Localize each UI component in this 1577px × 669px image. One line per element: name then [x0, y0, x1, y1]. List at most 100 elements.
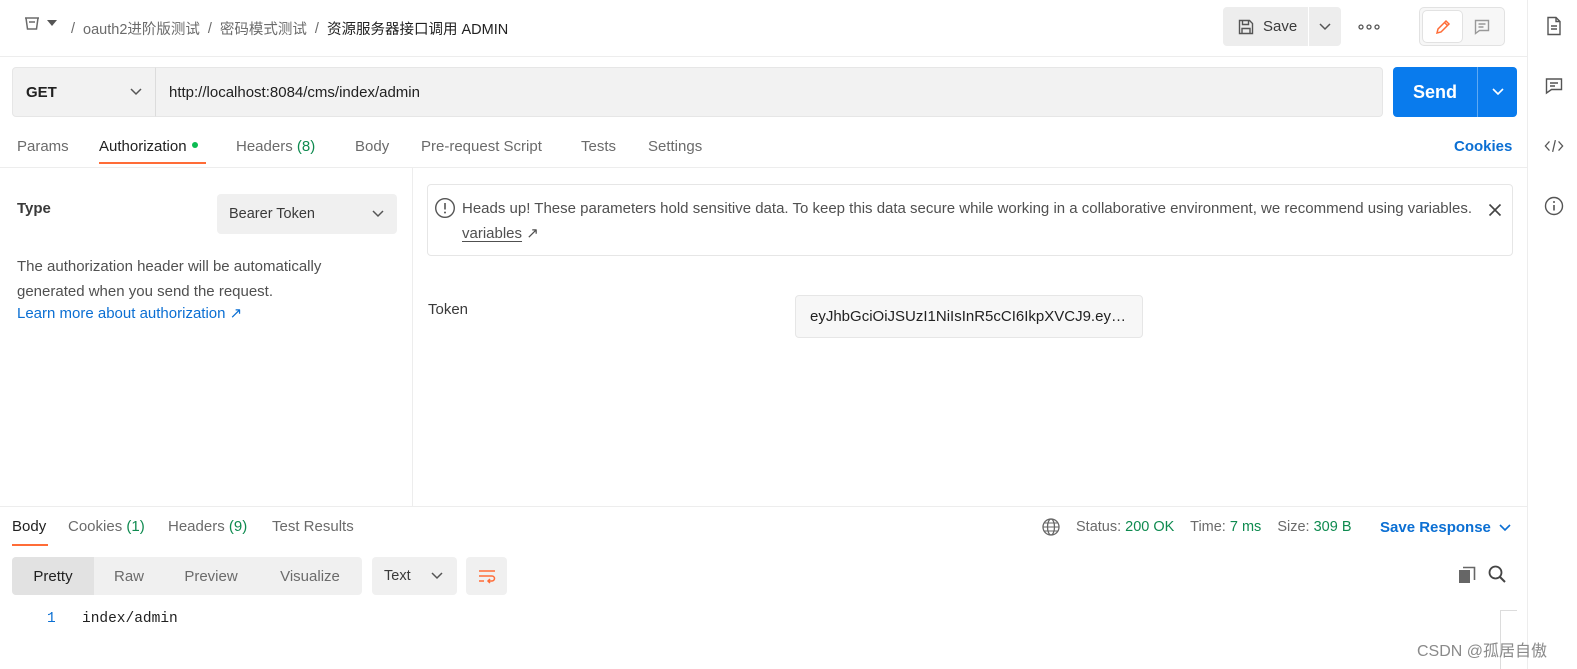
tab-params[interactable]: Params	[17, 138, 69, 155]
save-response-button[interactable]: Save Response	[1380, 519, 1511, 536]
line-number: 1	[47, 611, 56, 627]
variables-link[interactable]: variables	[462, 225, 522, 242]
copy-icon[interactable]	[1457, 565, 1477, 585]
chevron-down-icon	[130, 88, 142, 96]
documentation-icon[interactable]	[1544, 16, 1564, 36]
code-snippet-icon[interactable]	[1544, 136, 1564, 156]
more-dots-icon	[1358, 24, 1380, 30]
chevron-down-icon	[1499, 523, 1511, 531]
auth-type-label: Type	[17, 200, 51, 217]
tab-authorization[interactable]: Authorization	[99, 138, 198, 155]
comments-mode-button[interactable]	[1462, 11, 1501, 42]
time-value[interactable]: 7 ms	[1230, 519, 1261, 535]
breadcrumb-item-collection[interactable]: oauth2进阶版测试	[83, 18, 200, 39]
auth-type-panel: Type Bearer Token The authorization head…	[0, 168, 413, 506]
send-group: Send	[1393, 67, 1517, 117]
view-visualize[interactable]: Visualize	[258, 557, 362, 595]
tab-headers-label: Headers	[236, 138, 293, 155]
more-actions-button[interactable]	[1352, 14, 1386, 40]
comment-icon	[1474, 19, 1489, 35]
url-input[interactable]	[155, 67, 1383, 117]
token-input[interactable]	[795, 295, 1143, 338]
response-view-toggle: Pretty Raw Preview Visualize	[12, 557, 362, 595]
modified-dot-icon	[191, 142, 198, 149]
collection-icon[interactable]	[22, 14, 42, 34]
response-tab-headers-label: Headers	[168, 518, 225, 535]
response-meta: Status: 200 OK Time: 7 ms Size: 309 B	[1076, 519, 1352, 535]
active-response-tab-indicator	[12, 544, 48, 546]
edit-mode-button[interactable]	[1423, 11, 1462, 42]
sensitive-data-alert: Heads up! These parameters hold sensitiv…	[427, 184, 1513, 256]
edit-mode-toggle	[1419, 7, 1505, 46]
tab-pre-request-script[interactable]: Pre-request Script	[421, 138, 542, 155]
wrap-lines-icon	[478, 570, 495, 584]
breadcrumb-separator: /	[207, 20, 212, 37]
tab-body[interactable]: Body	[355, 138, 389, 155]
active-tab-indicator	[99, 162, 206, 164]
view-raw[interactable]: Raw	[94, 557, 164, 595]
info-icon[interactable]	[1544, 196, 1564, 216]
learn-more-link[interactable]: Learn more about authorization ↗	[17, 304, 242, 322]
response-divider[interactable]	[0, 506, 1527, 507]
tab-headers-count: (8)	[296, 138, 316, 155]
save-response-label: Save Response	[1380, 519, 1491, 536]
method-select[interactable]: GET	[12, 67, 156, 117]
response-tab-headers[interactable]: Headers (9)	[168, 518, 247, 535]
pencil-icon	[1435, 19, 1450, 34]
save-icon	[1238, 19, 1254, 34]
alert-message: Heads up! These parameters hold sensitiv…	[462, 196, 1472, 246]
tab-headers[interactable]: Headers (8)	[236, 138, 315, 155]
auth-type-value: Bearer Token	[229, 206, 315, 222]
method-value: GET	[26, 83, 57, 101]
globe-icon[interactable]	[1041, 517, 1061, 537]
time-label: Time:	[1190, 519, 1226, 535]
auth-description: The authorization header will be automat…	[17, 258, 322, 300]
save-label: Save	[1263, 18, 1298, 35]
status-label: Status:	[1076, 519, 1122, 535]
chevron-down-icon	[1319, 22, 1331, 30]
breadcrumb-separator: /	[71, 20, 76, 37]
view-preview[interactable]: Preview	[164, 557, 258, 595]
cookies-link[interactable]: Cookies	[1454, 138, 1512, 155]
breadcrumb: / oauth2进阶版测试 / 密码模式测试 / 资源服务器接口调用 ADMIN	[63, 18, 508, 39]
alert-message-text: Heads up! These parameters hold sensitiv…	[462, 200, 1472, 217]
alert-info-icon	[434, 197, 456, 219]
comments-icon[interactable]	[1544, 76, 1564, 96]
save-group: Save	[1223, 7, 1341, 46]
response-tab-body[interactable]: Body	[12, 518, 46, 535]
save-options-button[interactable]	[1309, 7, 1341, 46]
watermark: CSDN @孤居自傲	[1417, 643, 1548, 660]
save-button[interactable]: Save	[1223, 7, 1308, 46]
size-value[interactable]: 309 B	[1314, 519, 1352, 535]
chevron-down-icon	[431, 572, 443, 580]
request-name[interactable]: 资源服务器接口调用 ADMIN	[327, 18, 508, 39]
external-link-icon: ↗	[526, 225, 539, 242]
wrap-lines-button[interactable]	[466, 557, 507, 595]
response-tab-test-results[interactable]: Test Results	[272, 518, 354, 535]
chevron-down-icon	[1491, 88, 1504, 96]
format-value: Text	[384, 568, 411, 584]
top-bar: / oauth2进阶版测试 / 密码模式测试 / 资源服务器接口调用 ADMIN…	[0, 0, 1527, 57]
tab-tests[interactable]: Tests	[581, 138, 616, 155]
size-label: Size:	[1277, 519, 1310, 535]
line-content[interactable]: index/admin	[82, 611, 178, 627]
chevron-down-icon	[372, 210, 384, 218]
response-tab-cookies-label: Cookies	[68, 518, 123, 535]
close-icon[interactable]	[1484, 199, 1506, 221]
request-tabs: Params Authorization Headers (8) Body Pr…	[0, 126, 1527, 168]
tab-settings[interactable]: Settings	[648, 138, 702, 155]
response-cookies-count: (1)	[126, 518, 145, 535]
send-button[interactable]: Send	[1393, 67, 1477, 117]
search-icon[interactable]	[1487, 564, 1507, 584]
response-tab-cookies[interactable]: Cookies (1)	[68, 518, 145, 535]
format-select[interactable]: Text	[372, 557, 457, 595]
token-label: Token	[428, 301, 469, 318]
tab-authorization-label: Authorization	[99, 138, 187, 155]
view-pretty[interactable]: Pretty	[12, 557, 94, 595]
send-options-button[interactable]	[1477, 67, 1517, 117]
collection-caret-down-icon[interactable]	[47, 20, 57, 26]
status-value[interactable]: 200 OK	[1125, 519, 1174, 535]
breadcrumb-item-folder[interactable]: 密码模式测试	[220, 18, 307, 39]
breadcrumb-separator: /	[314, 20, 319, 37]
auth-type-select[interactable]: Bearer Token	[217, 194, 397, 234]
